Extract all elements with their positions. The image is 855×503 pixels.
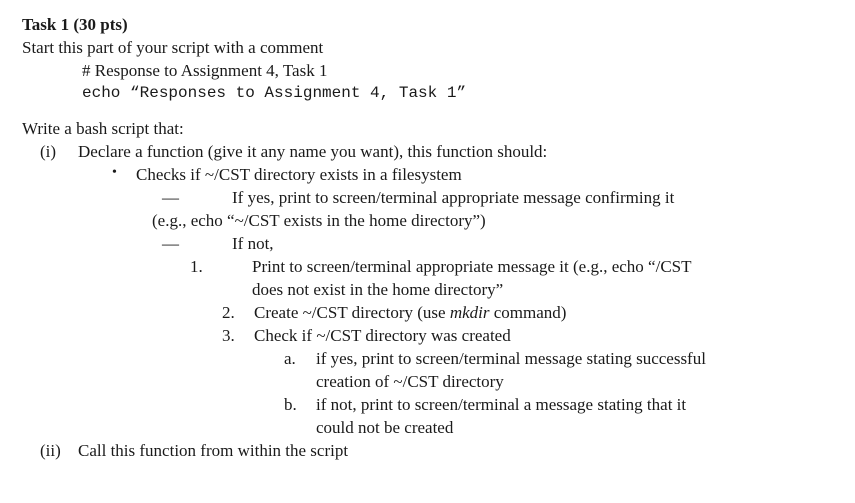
echo-line: echo “Responses to Assignment 4, Task 1” — [22, 83, 837, 105]
num2-pre: Create ~/CST directory (use — [254, 303, 450, 322]
dash2-text: If not, — [232, 233, 837, 256]
alpha-b-line2: could not be created — [22, 417, 837, 440]
alpha-item-a: a. if yes, print to screen/terminal mess… — [22, 348, 837, 371]
num-item-3: 3. Check if ~/CST directory was created — [22, 325, 837, 348]
bullet-text: Checks if ~/CST directory exists in a fi… — [136, 164, 837, 187]
num2-ital: mkdir — [450, 303, 490, 322]
bullet-marker: • — [112, 164, 136, 187]
item-ii: (ii) Call this function from within the … — [22, 440, 837, 463]
comment-line: # Response to Assignment 4, Task 1 — [22, 60, 837, 83]
dash-item-2: — If not, — [22, 233, 837, 256]
num3-text: Check if ~/CST directory was created — [254, 325, 837, 348]
num1-marker: 1. — [190, 256, 252, 279]
num2-marker: 2. — [222, 302, 254, 325]
alpha-b-marker: b. — [284, 394, 316, 417]
dash-item-1: — If yes, print to screen/terminal appro… — [22, 187, 837, 210]
num-item-2: 2. Create ~/CST directory (use mkdir com… — [22, 302, 837, 325]
document-page: Task 1 (30 pts) Start this part of your … — [0, 0, 855, 476]
item-ii-marker: (ii) — [40, 440, 78, 463]
item-ii-text: Call this function from within the scrip… — [78, 440, 837, 463]
task-title: Task 1 (30 pts) — [22, 14, 837, 37]
task-title-text: Task 1 (30 pts) — [22, 15, 128, 34]
alpha-a-line1: if yes, print to screen/terminal message… — [316, 348, 837, 371]
dash1-marker: — — [162, 187, 232, 210]
dash1-line2: (e.g., echo “~/CST exists in the home di… — [22, 210, 837, 233]
alpha-b-line1: if not, print to screen/terminal a messa… — [316, 394, 837, 417]
num3-marker: 3. — [222, 325, 254, 348]
item-i: (i) Declare a function (give it any name… — [22, 141, 837, 164]
num2-text: Create ~/CST directory (use mkdir comman… — [254, 302, 837, 325]
alpha-a-marker: a. — [284, 348, 316, 371]
dash1-line1: If yes, print to screen/terminal appropr… — [232, 187, 837, 210]
item-i-text: Declare a function (give it any name you… — [78, 141, 837, 164]
item-i-marker: (i) — [40, 141, 78, 164]
dash2-marker: — — [162, 233, 232, 256]
write-line: Write a bash script that: — [22, 118, 837, 141]
num1-line2: does not exist in the home directory” — [22, 279, 837, 302]
num1-line1: Print to screen/terminal appropriate mes… — [252, 256, 837, 279]
alpha-a-line2: creation of ~/CST directory — [22, 371, 837, 394]
alpha-item-b: b. if not, print to screen/terminal a me… — [22, 394, 837, 417]
bullet-item: • Checks if ~/CST directory exists in a … — [22, 164, 837, 187]
intro-line: Start this part of your script with a co… — [22, 37, 837, 60]
num2-post: command) — [490, 303, 567, 322]
num-item-1: 1. Print to screen/terminal appropriate … — [22, 256, 837, 279]
